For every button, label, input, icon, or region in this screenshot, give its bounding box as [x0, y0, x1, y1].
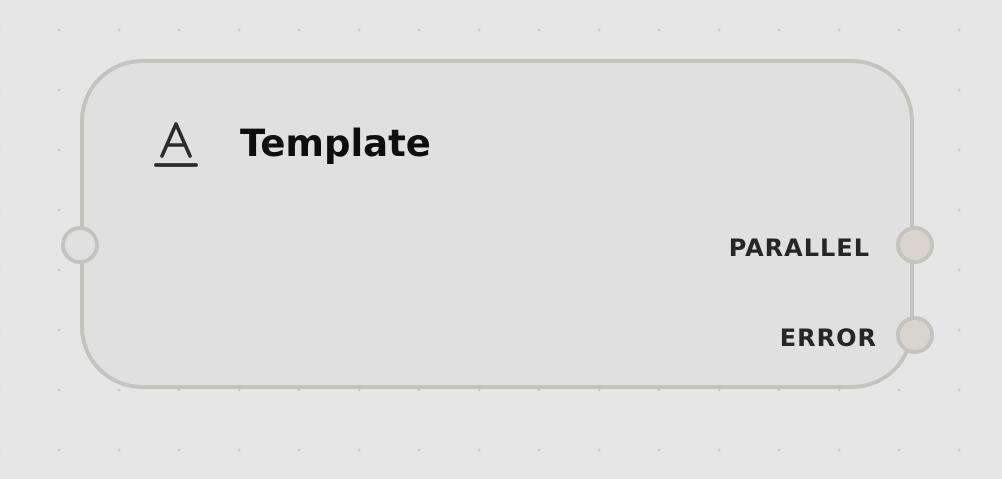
input-port[interactable]: [61, 226, 99, 264]
flow-canvas[interactable]: Template PARALLEL ERROR: [0, 0, 1002, 479]
error-output-port[interactable]: [896, 316, 934, 354]
template-text-icon: [152, 118, 202, 172]
port-label-parallel: PARALLEL: [728, 234, 870, 262]
port-label-error: ERROR: [779, 324, 877, 352]
node-title: Template: [240, 122, 431, 165]
parallel-output-port[interactable]: [896, 226, 934, 264]
template-node[interactable]: Template PARALLEL ERROR: [80, 59, 914, 389]
